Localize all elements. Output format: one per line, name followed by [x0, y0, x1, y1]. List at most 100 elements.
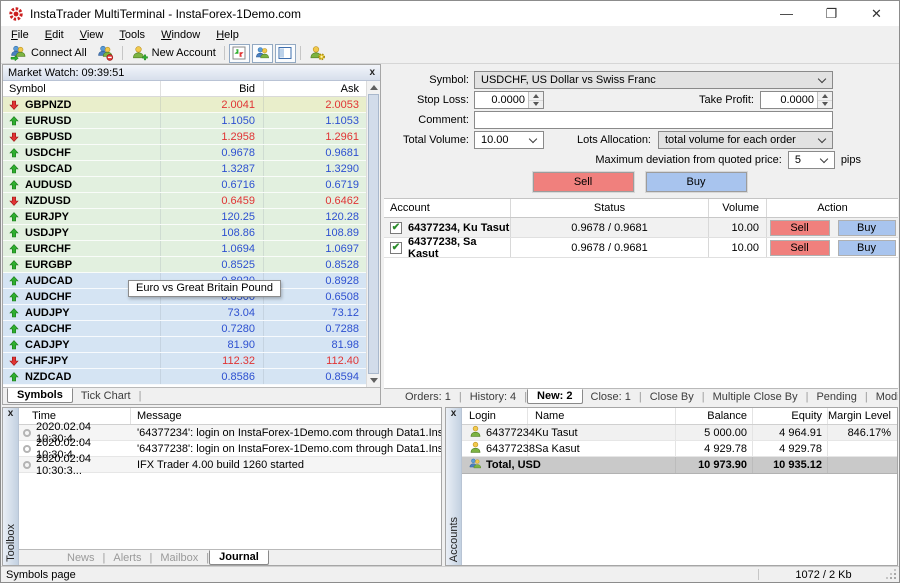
market-watch-tab-tick-chart[interactable]: Tick Chart — [73, 389, 139, 403]
column-header-message[interactable]: Message — [131, 410, 441, 422]
total-volume-select[interactable]: 10.00 — [474, 131, 544, 149]
market-watch-row[interactable]: NZDCAD0.85860.8594 — [3, 369, 366, 385]
scroll-down-icon[interactable] — [367, 374, 380, 387]
market-watch-row[interactable]: EURGBP0.85250.8528 — [3, 257, 366, 273]
menu-file[interactable]: File — [3, 28, 37, 42]
toolbox-tab-journal[interactable]: Journal — [209, 550, 269, 565]
symbol-select[interactable]: USDCHF, US Dollar vs Swiss Franc — [474, 71, 833, 89]
sell-button[interactable]: Sell — [533, 172, 634, 192]
market-watch-row[interactable]: USDJPY108.86108.89 — [3, 225, 366, 241]
maximize-button[interactable]: ❐ — [809, 1, 854, 26]
market-watch-close-icon[interactable]: x — [369, 68, 375, 78]
column-header-margin-level[interactable]: Margin Level — [828, 408, 897, 424]
column-header-login[interactable]: Login — [462, 408, 528, 424]
market-watch-row[interactable]: EURJPY120.25120.28 — [3, 209, 366, 225]
lots-allocation-select[interactable]: total volume for each order — [658, 131, 833, 149]
spin-up-icon[interactable] — [529, 92, 543, 101]
spinner-buttons[interactable] — [528, 92, 543, 108]
checkbox[interactable]: ✔ — [390, 242, 402, 254]
order-tab-close-1[interactable]: Close: 1 — [583, 390, 639, 404]
ask-value: 0.9681 — [264, 145, 366, 160]
trade-table-row[interactable]: ✔64377238, Sa Kasut0.9678 / 0.968110.00S… — [384, 238, 898, 258]
account-row[interactable]: 64377238Sa Kasut4 929.784 929.78 — [462, 441, 897, 457]
checkbox[interactable]: ✔ — [390, 222, 402, 234]
market-watch-scrollbar[interactable] — [366, 81, 380, 387]
column-header-volume[interactable]: Volume — [709, 199, 767, 217]
accounts-close-icon[interactable]: x — [451, 408, 457, 421]
market-watch-row[interactable]: USDCAD1.32871.3290 — [3, 161, 366, 177]
margin-level-value — [828, 441, 897, 456]
order-tab-pending[interactable]: Pending — [808, 390, 864, 404]
toolbox-close-icon[interactable]: x — [8, 408, 14, 421]
market-watch-toggle-button[interactable] — [229, 44, 250, 63]
market-watch-row[interactable]: NZDUSD0.64590.6462 — [3, 193, 366, 209]
row-buy-button[interactable]: Buy — [838, 220, 896, 236]
column-header-equity[interactable]: Equity — [753, 408, 828, 424]
max-deviation-select[interactable]: 5 — [788, 151, 835, 169]
accounts-toggle-button[interactable] — [252, 44, 273, 63]
order-tab-orders-1[interactable]: Orders: 1 — [397, 390, 459, 404]
row-buy-button[interactable]: Buy — [838, 240, 896, 256]
market-watch-row[interactable]: EURCHF1.06941.0697 — [3, 241, 366, 257]
toolbox-toggle-button[interactable] — [275, 44, 296, 63]
column-header-name[interactable]: Name — [528, 408, 676, 424]
journal-row[interactable]: 2020.02.04 10:30:3...IFX Trader 4.00 bui… — [19, 457, 441, 473]
scrollbar-thumb[interactable] — [368, 94, 379, 374]
new-account-button[interactable]: New Account — [126, 44, 221, 63]
column-header-account[interactable]: Account — [384, 199, 511, 217]
close-button[interactable]: ✕ — [854, 1, 899, 26]
market-watch-tab-symbols[interactable]: Symbols — [7, 388, 73, 403]
market-watch-row[interactable]: CADCHF0.72800.7288 — [3, 321, 366, 337]
market-watch-row[interactable]: CHFJPY112.32112.40 — [3, 353, 366, 369]
row-sell-button[interactable]: Sell — [770, 240, 830, 256]
ask-value: 73.12 — [264, 305, 366, 320]
window-title: InstaTrader MultiTerminal - InstaForex-1… — [30, 7, 301, 21]
market-watch-row[interactable]: AUDJPY73.0473.12 — [3, 305, 366, 321]
toolbox-tab-news[interactable]: News — [59, 551, 103, 565]
buy-button[interactable]: Buy — [646, 172, 747, 192]
account-row[interactable]: 64377234Ku Tasut5 000.004 964.91846.17% — [462, 425, 897, 441]
market-watch-row[interactable]: GBPNZD2.00412.0053 — [3, 97, 366, 113]
menu-tools[interactable]: Tools — [111, 28, 153, 42]
take-profit-input[interactable]: 0.0000 — [760, 91, 833, 109]
market-watch-row[interactable]: USDCHF0.96780.9681 — [3, 145, 366, 161]
ask-value: 81.98 — [264, 337, 366, 352]
menu-edit[interactable]: Edit — [37, 28, 72, 42]
column-header-status[interactable]: Status — [511, 199, 709, 217]
resize-grip[interactable] — [894, 577, 896, 579]
order-tab-modify[interactable]: Modify — [868, 390, 898, 404]
column-header-symbol[interactable]: Symbol — [3, 81, 161, 96]
order-tab-new-2[interactable]: New: 2 — [527, 389, 582, 404]
stop-loss-input[interactable]: 0.0000 — [474, 91, 544, 109]
toolbox-tab-mailbox[interactable]: Mailbox — [152, 551, 206, 565]
minimize-button[interactable]: — — [764, 1, 809, 26]
row-sell-button[interactable]: Sell — [770, 220, 830, 236]
spin-down-icon[interactable] — [818, 101, 832, 109]
column-header-action[interactable]: Action — [767, 199, 898, 217]
order-tab-close-by[interactable]: Close By — [642, 390, 702, 404]
spin-down-icon[interactable] — [529, 101, 543, 109]
comment-input[interactable] — [474, 111, 833, 129]
bid-value: 1.2958 — [161, 129, 264, 144]
market-watch-row[interactable]: GBPUSD1.29581.2961 — [3, 129, 366, 145]
column-header-ask[interactable]: Ask — [264, 81, 366, 96]
column-header-balance[interactable]: Balance — [676, 408, 753, 424]
ask-value: 2.0053 — [264, 97, 366, 112]
toolbox-tab-alerts[interactable]: Alerts — [105, 551, 149, 565]
max-deviation-unit: pips — [841, 154, 861, 166]
order-tab-multiple-close-by[interactable]: Multiple Close By — [705, 390, 806, 404]
column-header-bid[interactable]: Bid — [161, 81, 264, 96]
market-watch-row[interactable]: AUDUSD0.67160.6719 — [3, 177, 366, 193]
menu-window[interactable]: Window — [153, 28, 208, 42]
market-watch-row[interactable]: EURUSD1.10501.1053 — [3, 113, 366, 129]
menu-help[interactable]: Help — [208, 28, 247, 42]
options-button[interactable] — [304, 44, 331, 63]
disconnect-all-button[interactable] — [92, 44, 119, 63]
order-tab-history-4[interactable]: History: 4 — [462, 390, 524, 404]
spin-up-icon[interactable] — [818, 92, 832, 101]
menu-view[interactable]: View — [72, 28, 112, 42]
connect-all-button[interactable]: Connect All — [5, 44, 92, 63]
scroll-up-icon[interactable] — [367, 81, 380, 94]
market-watch-row[interactable]: CADJPY81.9081.98 — [3, 337, 366, 353]
spinner-buttons[interactable] — [817, 92, 832, 108]
